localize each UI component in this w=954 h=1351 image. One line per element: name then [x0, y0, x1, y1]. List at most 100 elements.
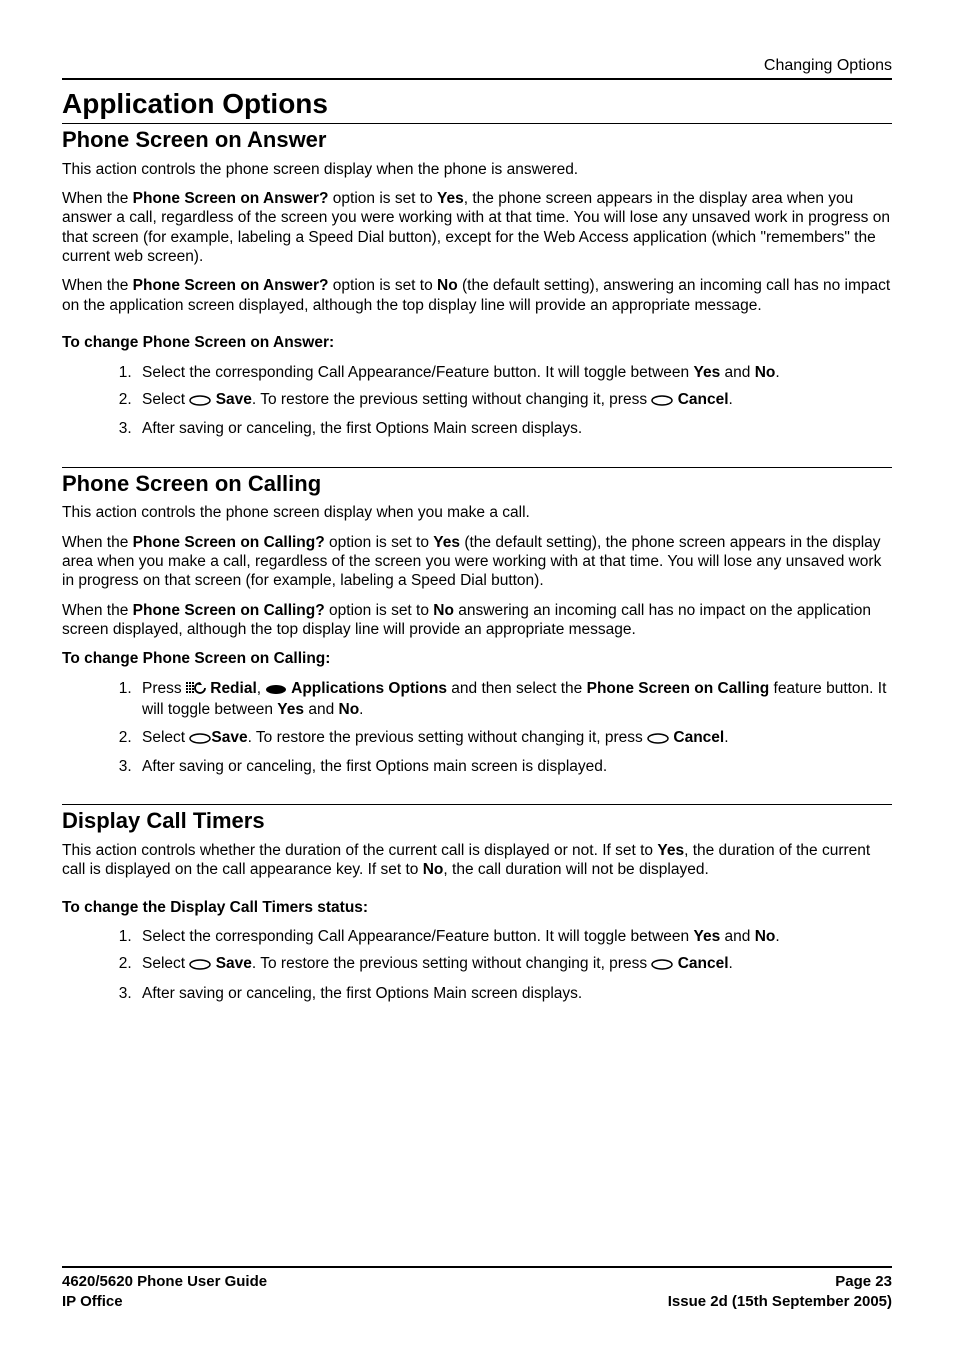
- text: Select: [142, 955, 189, 972]
- text: Yes: [657, 842, 684, 859]
- step: Select Save. To restore the previous set…: [136, 728, 892, 749]
- text: Applications Options: [287, 680, 447, 697]
- step: Select Save. To restore the previous set…: [136, 954, 892, 975]
- text: This action controls whether the duratio…: [62, 842, 657, 859]
- footer-left: 4620/5620 Phone User Guide IP Office: [62, 1272, 267, 1311]
- text: Save: [211, 729, 247, 746]
- paragraph: This action controls the phone screen di…: [62, 503, 892, 522]
- text: Select: [142, 729, 189, 746]
- paragraph: This action controls whether the duratio…: [62, 841, 892, 880]
- steps-list: Select the corresponding Call Appearance…: [62, 363, 892, 439]
- text: No: [433, 602, 454, 619]
- text: Cancel: [673, 955, 728, 972]
- text: Redial: [206, 680, 257, 697]
- text: Cancel: [673, 391, 728, 408]
- steps-list: Select the corresponding Call Appearance…: [62, 927, 892, 1003]
- text: . To restore the previous setting withou…: [248, 729, 648, 746]
- page-title: Application Options: [62, 86, 892, 124]
- running-header: Changing Options: [62, 56, 892, 80]
- text: No: [755, 928, 776, 945]
- text: and: [720, 364, 754, 381]
- text: When the: [62, 534, 133, 551]
- text: and: [304, 701, 338, 718]
- step: Select the corresponding Call Appearance…: [136, 363, 892, 382]
- softkey-icon: [189, 730, 211, 749]
- text: Select the corresponding Call Appearance…: [142, 364, 693, 381]
- text: Yes: [693, 364, 720, 381]
- divider: [62, 804, 892, 805]
- page: Changing Options Application Options Pho…: [0, 0, 954, 1351]
- text: and then select the: [447, 680, 587, 697]
- paragraph: This action controls the phone screen di…: [62, 160, 892, 179]
- paragraph: When the Phone Screen on Answer? option …: [62, 189, 892, 267]
- text: . To restore the previous setting withou…: [252, 391, 652, 408]
- step: Press Redial, Applications Options and t…: [136, 679, 892, 720]
- text: , the call duration will not be displaye…: [443, 861, 708, 878]
- softkey-icon: [651, 392, 673, 411]
- paragraph: When the Phone Screen on Answer? option …: [62, 276, 892, 315]
- text: Select: [142, 391, 189, 408]
- text: Issue 2d (15th September 2005): [668, 1292, 892, 1312]
- softkey-icon: [647, 730, 669, 749]
- text: No: [423, 861, 444, 878]
- text: Phone Screen on Answer?: [133, 190, 329, 207]
- text: Yes: [437, 190, 464, 207]
- text: When the: [62, 190, 133, 207]
- text: . To restore the previous setting withou…: [252, 955, 652, 972]
- redial-icon: [186, 681, 206, 700]
- text: Phone Screen on Calling?: [133, 602, 325, 619]
- text: Phone Screen on Answer?: [133, 277, 329, 294]
- text: option is set to: [325, 534, 434, 551]
- text: Phone Screen on Calling?: [133, 534, 325, 551]
- text: .: [729, 391, 733, 408]
- step: Select Save. To restore the previous set…: [136, 390, 892, 411]
- text: Phone Screen on Calling: [587, 680, 770, 697]
- text: When the: [62, 277, 133, 294]
- text: ,: [257, 680, 266, 697]
- text: No: [437, 277, 458, 294]
- text: .: [775, 364, 779, 381]
- text: Yes: [433, 534, 460, 551]
- paragraph: When the Phone Screen on Calling? option…: [62, 533, 892, 591]
- text: .: [775, 928, 779, 945]
- text: When the: [62, 602, 133, 619]
- softkey-icon: [651, 956, 673, 975]
- section-heading-phone-screen-on-calling: Phone Screen on Calling: [62, 470, 892, 498]
- divider: [62, 467, 892, 468]
- howto-heading: To change the Display Call Timers status…: [62, 898, 892, 917]
- text: Select the corresponding Call Appearance…: [142, 928, 693, 945]
- text: Cancel: [669, 729, 724, 746]
- step: After saving or canceling, the first Opt…: [136, 419, 892, 438]
- text: Yes: [277, 701, 304, 718]
- text: Yes: [693, 928, 720, 945]
- text: option is set to: [325, 602, 434, 619]
- text: IP Office: [62, 1292, 267, 1312]
- softkey-icon: [189, 392, 211, 411]
- section-heading-phone-screen-on-answer: Phone Screen on Answer: [62, 126, 892, 154]
- text: Save: [211, 391, 252, 408]
- softkey-icon: [265, 681, 287, 700]
- section-heading-display-call-timers: Display Call Timers: [62, 807, 892, 835]
- footer-right: Page 23 Issue 2d (15th September 2005): [668, 1272, 892, 1311]
- text: option is set to: [328, 190, 437, 207]
- paragraph: When the Phone Screen on Calling? option…: [62, 601, 892, 640]
- text: .: [724, 729, 728, 746]
- text: Page 23: [668, 1272, 892, 1292]
- howto-heading: To change Phone Screen on Calling:: [62, 649, 892, 668]
- text: option is set to: [328, 277, 437, 294]
- text: and: [720, 928, 754, 945]
- page-footer: 4620/5620 Phone User Guide IP Office Pag…: [62, 1266, 892, 1311]
- softkey-icon: [189, 956, 211, 975]
- steps-list: Press Redial, Applications Options and t…: [62, 679, 892, 777]
- step: After saving or canceling, the first Opt…: [136, 984, 892, 1003]
- step: Select the corresponding Call Appearance…: [136, 927, 892, 946]
- text: No: [339, 701, 360, 718]
- text: 4620/5620 Phone User Guide: [62, 1272, 267, 1292]
- text: Press: [142, 680, 186, 697]
- text: Save: [211, 955, 252, 972]
- howto-heading: To change Phone Screen on Answer:: [62, 333, 892, 352]
- text: .: [359, 701, 363, 718]
- text: No: [755, 364, 776, 381]
- step: After saving or canceling, the first Opt…: [136, 757, 892, 776]
- text: .: [729, 955, 733, 972]
